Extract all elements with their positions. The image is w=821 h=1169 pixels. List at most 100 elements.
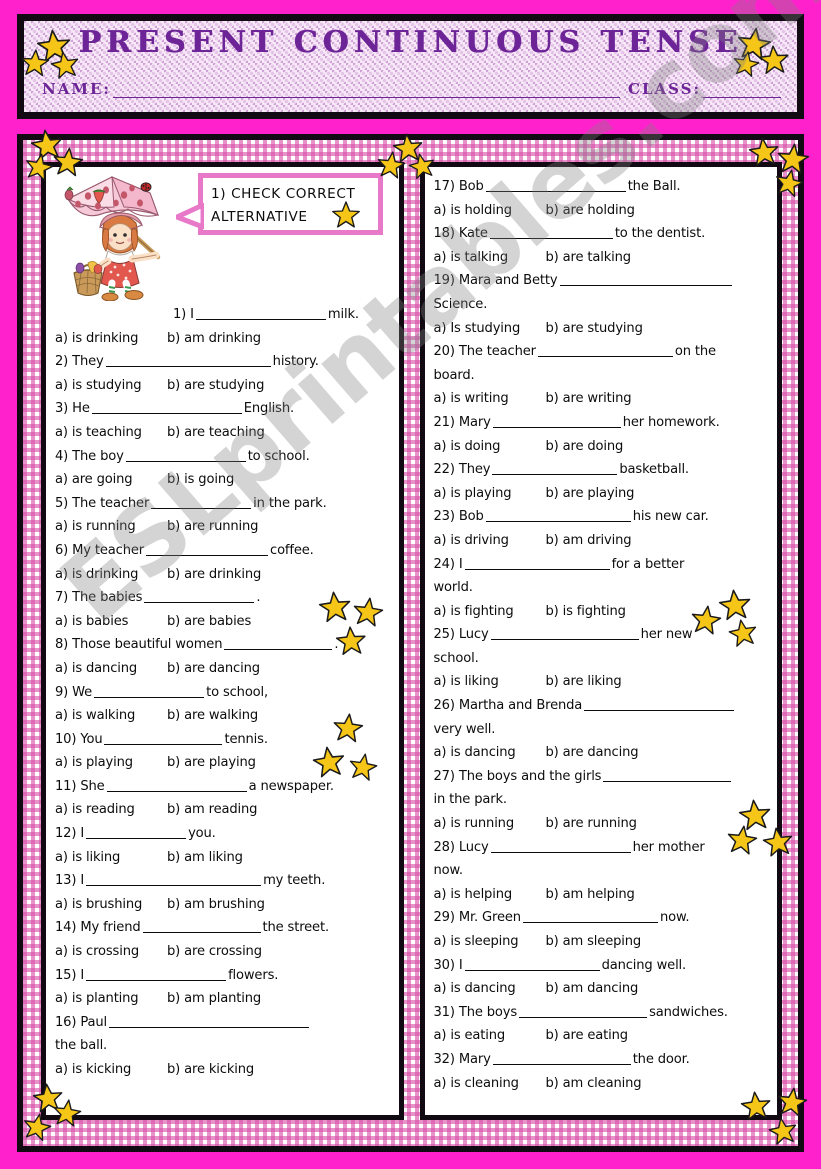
option-a[interactable]: a) is holding xyxy=(434,199,546,223)
answer-blank[interactable] xyxy=(104,731,223,745)
option-a[interactable]: a) is studying xyxy=(55,374,167,398)
option-a[interactable]: a) is walking xyxy=(55,704,167,728)
answer-blank[interactable] xyxy=(584,697,735,712)
option-a[interactable]: a) is playing xyxy=(434,482,546,506)
option-a[interactable]: a) is crossing xyxy=(55,940,167,964)
answer-blank[interactable] xyxy=(195,306,326,320)
answer-blank[interactable] xyxy=(86,825,187,840)
answer-blank[interactable] xyxy=(86,872,262,887)
option-a[interactable]: a) is brushing xyxy=(55,893,167,917)
option-a[interactable]: a) is running xyxy=(434,812,546,836)
option-b[interactable]: b) are holding xyxy=(546,199,635,223)
option-a[interactable]: a) is kicking xyxy=(55,1058,167,1082)
option-b[interactable]: b) am driving xyxy=(546,529,632,553)
option-a[interactable]: a) is helping xyxy=(434,883,546,907)
option-b[interactable]: b) are babies xyxy=(167,610,251,634)
option-a[interactable]: a) is writing xyxy=(434,387,546,411)
answer-blank[interactable] xyxy=(106,778,247,792)
answer-blank[interactable] xyxy=(519,1004,648,1018)
option-b[interactable]: b) am brushing xyxy=(167,893,265,917)
answer-blank[interactable] xyxy=(142,919,261,934)
option-b[interactable]: b) am helping xyxy=(546,883,635,907)
name-input-line[interactable] xyxy=(112,84,620,98)
option-a[interactable]: a) is liking xyxy=(434,670,546,694)
option-b[interactable]: b) am liking xyxy=(167,846,243,870)
answer-blank[interactable] xyxy=(490,626,639,641)
option-b[interactable]: b) are playing xyxy=(546,482,635,506)
option-b[interactable]: b) are playing xyxy=(167,751,256,775)
question-item: 21) Mary her homework. a) is doing b) are d… xyxy=(434,411,769,458)
option-a[interactable]: a) is dancing xyxy=(434,977,546,1001)
answer-blank[interactable] xyxy=(125,448,246,462)
option-b[interactable]: b) are walking xyxy=(167,704,258,728)
answer-blank[interactable] xyxy=(144,589,255,604)
answer-blank[interactable] xyxy=(464,957,600,971)
answer-blank[interactable] xyxy=(151,495,252,509)
option-b[interactable]: b) are doing xyxy=(546,435,624,459)
option-a[interactable]: a) is drinking xyxy=(55,327,167,351)
option-a[interactable]: a) is cleaning xyxy=(434,1072,546,1096)
option-b[interactable]: b) are dancing xyxy=(546,741,639,765)
option-a[interactable]: a) is reading xyxy=(55,798,167,822)
option-b[interactable]: b) is going xyxy=(167,468,234,492)
option-b[interactable]: b) are writing xyxy=(546,387,632,411)
answer-blank[interactable] xyxy=(146,542,269,556)
option-a[interactable]: a) is fighting xyxy=(434,600,546,624)
option-b[interactable]: b) are drinking xyxy=(167,563,261,587)
option-a[interactable]: a) is talking xyxy=(434,246,546,270)
option-b[interactable]: b) are studying xyxy=(167,374,264,398)
answer-blank[interactable] xyxy=(492,1051,631,1065)
option-b[interactable]: b) are studying xyxy=(546,317,643,341)
option-a[interactable]: a) is liking xyxy=(55,846,167,870)
answer-blank[interactable] xyxy=(105,353,271,368)
option-b[interactable]: b) is fighting xyxy=(546,600,626,624)
answer-blank[interactable] xyxy=(224,636,333,651)
option-a[interactable]: a) is playing xyxy=(55,751,167,775)
answer-blank[interactable] xyxy=(492,461,618,476)
answer-blank[interactable] xyxy=(485,178,626,192)
option-a[interactable]: a) is driving xyxy=(434,529,546,553)
option-b[interactable]: b) are liking xyxy=(546,670,622,694)
option-b[interactable]: b) are dancing xyxy=(167,657,260,681)
option-a[interactable]: a) Is studying xyxy=(434,317,546,341)
answer-blank[interactable] xyxy=(94,684,205,698)
option-b[interactable]: b) are teaching xyxy=(167,421,265,445)
answer-blank[interactable] xyxy=(91,400,242,415)
option-b[interactable]: b) are eating xyxy=(546,1024,629,1048)
answer-blank[interactable] xyxy=(464,556,610,570)
option-b[interactable]: b) am cleaning xyxy=(546,1072,642,1096)
option-b[interactable]: b) am dancing xyxy=(546,977,639,1001)
answer-blank[interactable] xyxy=(559,272,732,287)
option-a[interactable]: a) is drinking xyxy=(55,563,167,587)
answer-options: a) is eating b) are eating xyxy=(434,1024,769,1048)
answer-blank[interactable] xyxy=(109,1014,310,1028)
option-b[interactable]: b) are talking xyxy=(546,246,632,270)
class-input-line[interactable] xyxy=(703,84,781,98)
option-b[interactable]: b) are kicking xyxy=(167,1058,254,1082)
option-a[interactable]: a) is teaching xyxy=(55,421,167,445)
answer-blank[interactable] xyxy=(490,839,631,853)
answer-blank[interactable] xyxy=(522,909,658,924)
option-b[interactable]: b) am reading xyxy=(167,798,257,822)
option-a[interactable]: a) is doing xyxy=(434,435,546,459)
option-b[interactable]: b) are running xyxy=(546,812,638,836)
option-a[interactable]: a) is dancing xyxy=(55,657,167,681)
answer-blank[interactable] xyxy=(86,967,227,981)
option-a[interactable]: a) is running xyxy=(55,515,167,539)
answer-blank[interactable] xyxy=(537,343,673,358)
answer-blank[interactable] xyxy=(492,414,621,428)
option-a[interactable]: a) is planting xyxy=(55,987,167,1011)
answer-blank[interactable] xyxy=(603,768,732,782)
option-a[interactable]: a) is dancing xyxy=(434,741,546,765)
option-b[interactable]: b) are crossing xyxy=(167,940,262,964)
option-b[interactable]: b) am drinking xyxy=(167,327,261,351)
answer-blank[interactable] xyxy=(485,508,631,523)
option-a[interactable]: a) is babies xyxy=(55,610,167,634)
option-b[interactable]: b) are running xyxy=(167,515,259,539)
option-b[interactable]: b) am sleeping xyxy=(546,930,642,954)
option-b[interactable]: b) am planting xyxy=(167,987,261,1011)
option-a[interactable]: a) are going xyxy=(55,468,167,492)
option-a[interactable]: a) is sleeping xyxy=(434,930,546,954)
answer-blank[interactable] xyxy=(489,225,613,240)
option-a[interactable]: a) is eating xyxy=(434,1024,546,1048)
